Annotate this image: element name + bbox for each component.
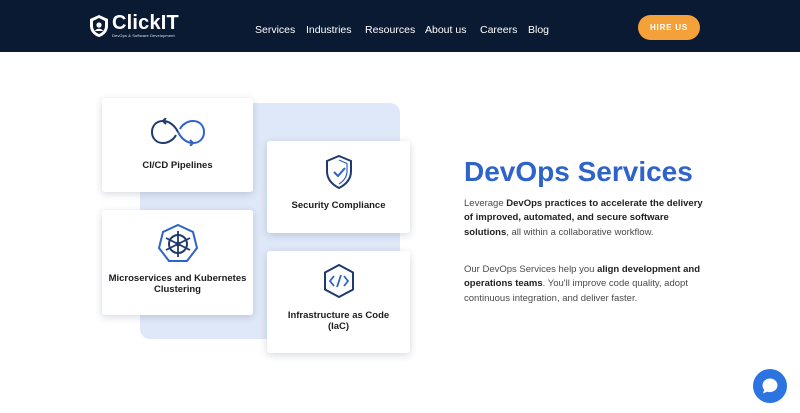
nav-industries[interactable]: Industries — [306, 24, 352, 36]
code-icon — [324, 263, 354, 299]
card-label: Infrastructure as Code (IaC) — [287, 310, 390, 332]
card-label: Security Compliance — [291, 200, 386, 211]
shield-check-icon — [326, 154, 352, 190]
card-infrastructure-as-code: Infrastructure as Code (IaC) — [267, 251, 410, 353]
card-security-compliance: Security Compliance — [267, 141, 410, 233]
intro-paragraph: Leverage DevOps practices to accelerate … — [464, 197, 704, 240]
text-run: Our DevOps Services help you — [464, 264, 598, 275]
nav-services[interactable]: Services — [255, 24, 295, 36]
nav-resources[interactable]: Resources — [365, 24, 415, 36]
infinity-icon — [150, 118, 206, 146]
card-label: Microservices and Kubernetes Clustering — [108, 273, 247, 295]
nav-careers[interactable]: Careers — [480, 24, 517, 36]
text-run: Leverage — [464, 198, 507, 209]
nav-about-us[interactable]: About us — [425, 24, 466, 36]
services-paragraph: Our DevOps Services help you align devel… — [464, 263, 704, 306]
section-title: DevOps Services — [464, 156, 693, 187]
card-label: CI/CD Pipelines — [142, 160, 213, 171]
nav-blog[interactable]: Blog — [528, 24, 549, 36]
text-run: , all within a collaborative workflow. — [506, 226, 654, 238]
card-microservices-kubernetes: Microservices and Kubernetes Clustering — [102, 210, 253, 315]
site-header: ClickIT DevOps & Software Development Se… — [0, 0, 800, 52]
chat-bubble-icon — [762, 378, 778, 394]
hire-us-button[interactable]: HIRE US — [638, 15, 700, 40]
card-cicd-pipelines: CI/CD Pipelines — [102, 98, 253, 192]
chat-button[interactable] — [753, 369, 787, 403]
kubernetes-icon — [157, 223, 199, 262]
